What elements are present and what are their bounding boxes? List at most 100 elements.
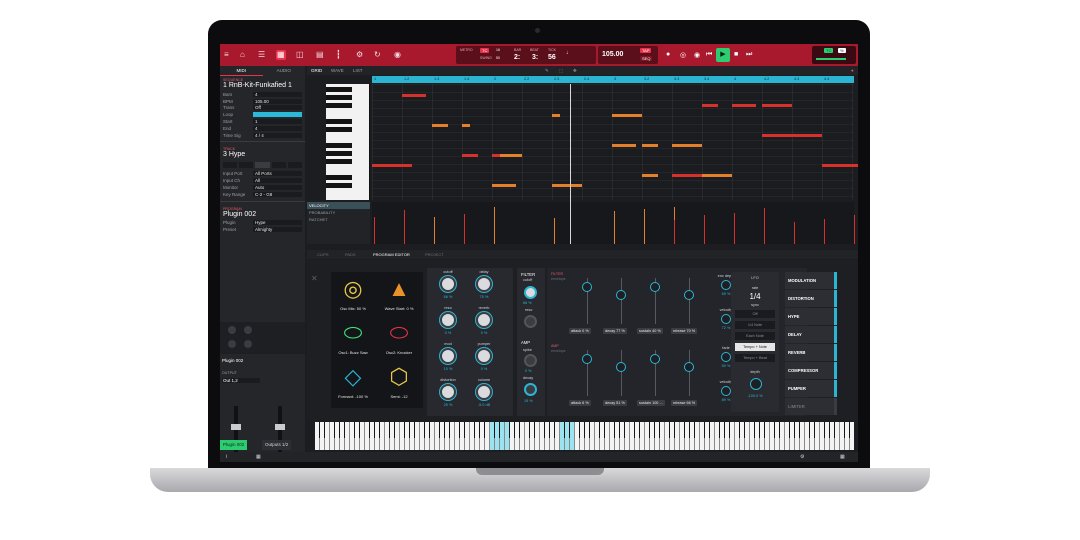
forward-icon[interactable]: ⏭	[746, 51, 752, 59]
mode-button[interactable]	[287, 162, 303, 169]
velocity-bar[interactable]	[704, 215, 705, 244]
black-key[interactable]	[326, 87, 352, 92]
black-key[interactable]	[326, 183, 352, 188]
property-value[interactable]: Off	[253, 105, 302, 111]
lfo-sync-option[interactable]: Tempo + Note	[735, 343, 775, 351]
filter-env-fader-handle[interactable]	[684, 290, 694, 300]
black-key[interactable]	[326, 143, 352, 148]
lfo-sync-option[interactable]: 1/4 Note	[735, 321, 775, 329]
mod-knob[interactable]	[440, 348, 456, 364]
velocity-bar[interactable]	[824, 219, 825, 244]
midi-note[interactable]	[642, 174, 658, 177]
grid-view-icon[interactable]: ▦	[840, 454, 845, 460]
midi-note[interactable]	[732, 104, 756, 107]
zoom-tc[interactable]: TC	[824, 48, 834, 53]
midi-note[interactable]	[462, 154, 478, 157]
layout-icon[interactable]: ▦	[256, 454, 261, 460]
record-icon[interactable]: ●	[851, 68, 854, 73]
mode-button[interactable]	[271, 162, 286, 169]
piano-keyboard[interactable]	[315, 422, 854, 450]
info-icon[interactable]: i	[226, 454, 227, 460]
filter-env-param[interactable]: decay 77 %	[603, 328, 627, 334]
tab-wave[interactable]: WAVE	[331, 68, 344, 73]
tab-program-editor[interactable]: PROGRAM EDITOR	[373, 252, 410, 257]
amp-env-fader-handle[interactable]	[684, 362, 694, 372]
playhead[interactable]	[570, 84, 571, 244]
move-icon[interactable]: ✥	[573, 68, 577, 74]
loop-icon[interactable]: ↻	[374, 50, 381, 60]
filter-env-fader-handle[interactable]	[616, 290, 626, 300]
amp-env-fader[interactable]	[621, 350, 622, 396]
black-key[interactable]	[326, 175, 352, 180]
fx-delay[interactable]: DELAY	[785, 326, 837, 343]
amp-velocity-knob[interactable]	[721, 386, 731, 396]
record-icon[interactable]: ●	[666, 51, 670, 58]
black-key[interactable]	[326, 151, 352, 156]
mode-button[interactable]	[255, 162, 270, 169]
distortion-knob[interactable]	[440, 384, 456, 400]
midi-note[interactable]	[672, 174, 702, 177]
property-value[interactable]: 4	[253, 91, 302, 97]
property-value[interactable]: Auto	[253, 184, 302, 190]
property-value[interactable]: 4 / 4	[253, 132, 302, 138]
property-value[interactable]: 4	[253, 125, 302, 131]
fx-modulation[interactable]: MODULATION	[785, 272, 837, 289]
filter-env-fader-handle[interactable]	[582, 282, 592, 292]
env-depth-knob[interactable]	[721, 280, 731, 290]
select-icon[interactable]: ⬚	[559, 68, 563, 74]
browser-icon[interactable]: ◫	[296, 50, 304, 60]
lfo-sync-option[interactable]: Each Note	[735, 332, 775, 340]
tab-audio[interactable]: AUDIO	[263, 66, 306, 76]
filter-env-param[interactable]: attack 0 %	[569, 328, 591, 334]
property-value[interactable]: C-2 - G8	[253, 191, 302, 197]
property-value[interactable]: Hype	[253, 220, 302, 226]
velocity-bar[interactable]	[374, 217, 375, 244]
plugin-tab[interactable]: Plugin 002	[220, 440, 248, 450]
black-key[interactable]	[326, 95, 352, 100]
pads-icon[interactable]: ▦	[276, 50, 286, 60]
midi-note[interactable]	[762, 134, 792, 137]
menu-icon[interactable]: ≡	[224, 50, 229, 60]
mode-button[interactable]	[239, 162, 254, 169]
tab-clips[interactable]: CLIPS	[317, 252, 329, 257]
lfo-sync-option[interactable]: Tempo + Beat	[735, 354, 775, 362]
shape-icon[interactable]: ▲	[379, 276, 419, 302]
velocity-bar[interactable]	[644, 222, 645, 244]
filter-reso-knob[interactable]	[524, 315, 537, 328]
midi-note[interactable]	[612, 144, 636, 147]
property-value[interactable]: 105.00	[253, 98, 302, 104]
midi-note[interactable]	[492, 154, 500, 157]
midi-note[interactable]	[552, 184, 576, 187]
filter-env-fader[interactable]	[621, 278, 622, 324]
amp-env-param[interactable]: attack 6 %	[569, 400, 591, 406]
amp-env-fader[interactable]	[689, 350, 690, 396]
tab-project[interactable]: PROJECT	[425, 252, 444, 257]
property-value[interactable]: All Ports	[253, 171, 302, 177]
midi-note[interactable]	[852, 164, 858, 167]
midi-note[interactable]	[552, 114, 560, 117]
velocity-bar[interactable]	[794, 224, 795, 244]
tab-grid[interactable]: GRID	[311, 68, 322, 73]
lfo-sync-option[interactable]: Off	[735, 310, 775, 318]
property-value[interactable]: Almighty	[253, 227, 302, 233]
velocity-bar[interactable]	[674, 220, 675, 244]
reso-knob[interactable]	[440, 312, 456, 328]
reverb-knob[interactable]	[476, 312, 492, 328]
program-name[interactable]: Plugin 002	[220, 211, 305, 220]
fx-limiter[interactable]: LIMITER	[785, 398, 837, 415]
pumper-knob[interactable]	[476, 348, 492, 364]
velocity-lane[interactable]	[372, 202, 855, 244]
filter-env-fader-handle[interactable]	[650, 282, 660, 292]
fade-knob[interactable]	[721, 352, 731, 362]
velocity-bar[interactable]	[404, 210, 405, 244]
midi-note[interactable]	[702, 174, 732, 177]
note-grid[interactable]	[372, 84, 858, 200]
velocity-bar[interactable]	[464, 214, 465, 244]
lane-velocity[interactable]: VELOCITY	[307, 202, 370, 209]
amp-spike-knob[interactable]	[524, 354, 537, 367]
home-icon[interactable]: ⌂	[240, 50, 245, 60]
output-select[interactable]: Out 1,2	[222, 378, 260, 383]
filter-cutoff-knob[interactable]	[524, 286, 537, 299]
cutoff-knob[interactable]	[440, 276, 456, 292]
black-key[interactable]	[326, 127, 352, 132]
